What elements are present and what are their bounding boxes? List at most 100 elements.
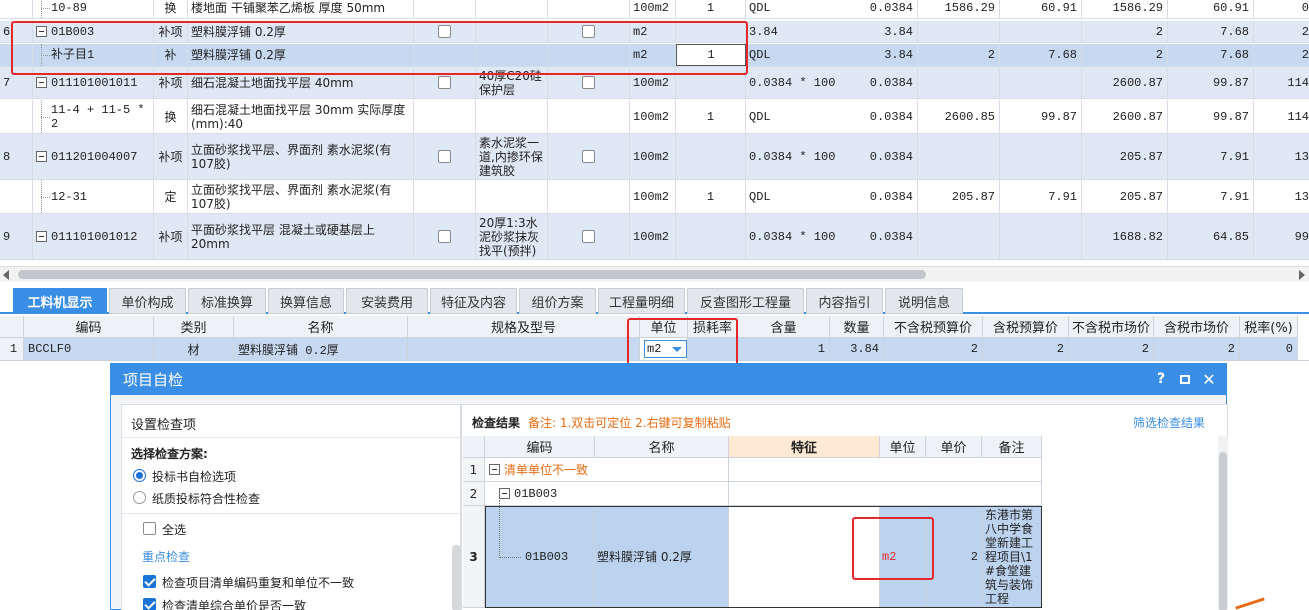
type-cell[interactable]: 材 (154, 338, 234, 360)
result-column-header[interactable]: 单位 (880, 436, 926, 458)
result-column-header[interactable]: 备注 (982, 436, 1042, 458)
spec-cell[interactable] (408, 338, 640, 360)
tab-9[interactable]: 内容指引 (806, 288, 883, 314)
tax-cell[interactable]: 0 (1240, 338, 1298, 360)
p3-cell[interactable]: 1586.29 (1082, 0, 1168, 18)
p1-cell[interactable] (918, 21, 1000, 42)
code-cell[interactable]: 12-31 (33, 180, 154, 213)
amount-cell[interactable]: 0.0384 * 100 0.0384 (746, 134, 918, 179)
scroll-right-arrow-icon[interactable] (1299, 270, 1305, 280)
result-column-header[interactable] (463, 436, 485, 458)
grid-row[interactable]: 补子目1 补塑料膜浮铺 0.2厚 m2 1 QDL 3.84 2 7.68 2 7.68 2 (0, 44, 1309, 67)
unit-cell[interactable]: 100m2 (630, 0, 676, 18)
checkbox-cell[interactable] (414, 21, 476, 42)
checkbox-cell[interactable] (548, 44, 630, 66)
unit-cell[interactable]: 100m2 (630, 134, 676, 179)
result-note[interactable]: 东港市第八中学食堂新建工程项目\1#食堂建筑与装饰工程 (982, 506, 1042, 608)
code-cell[interactable]: BCCLF0 (24, 338, 154, 360)
loss-cell[interactable] (688, 338, 738, 360)
no-cell[interactable]: 6 (0, 21, 33, 42)
select-all-label[interactable]: 全选 (162, 521, 186, 538)
no-cell[interactable] (0, 44, 33, 66)
p2-cell[interactable]: 2 (983, 338, 1069, 360)
column-header[interactable]: 损耗率 (688, 316, 738, 338)
qty-cell[interactable] (676, 134, 746, 179)
grid-row[interactable]: 9 011101001012 补项 平面砂浆找平层 混凝土或硬基层上 20mm 20厚1… (0, 214, 1309, 260)
p1-cell[interactable]: 2600.85 (918, 100, 1000, 133)
code-cell[interactable]: 01B003 (33, 21, 154, 42)
tab-6[interactable]: 组价方案 (519, 288, 596, 314)
tab-5[interactable]: 特征及内容 (430, 288, 517, 314)
no-cell[interactable]: 7 (0, 67, 33, 98)
grid-row[interactable]: 12-31 定立面砂浆找平层、界面剂 素水泥浆(有107胶) 100m2 1 QDL 0.… (0, 180, 1309, 214)
p1-cell[interactable] (918, 67, 1000, 98)
checkbox-cell[interactable] (548, 180, 630, 213)
chevron-down-icon[interactable] (672, 347, 682, 352)
radio-paper-check-label[interactable]: 纸质投标符合性检查 (152, 490, 260, 507)
p1-cell[interactable]: 1586.29 (918, 0, 1000, 18)
p4-cell[interactable]: 7.68 (1168, 21, 1254, 42)
collapse-icon[interactable] (499, 488, 510, 499)
tab-1[interactable]: 单价构成 (109, 288, 186, 314)
name-cell[interactable]: 立面砂浆找平层、界面剂 素水泥浆(有107胶) (188, 134, 414, 179)
row-checkbox[interactable] (582, 230, 595, 243)
radio-bid-self-check[interactable] (133, 469, 146, 482)
select-all-checkbox[interactable] (143, 522, 156, 535)
p5-cell[interactable]: 0 (1254, 0, 1309, 18)
feature-cell[interactable] (476, 0, 548, 18)
p4-cell[interactable]: 7.68 (1168, 44, 1254, 66)
result-unit[interactable]: m2 (880, 506, 926, 608)
amount-cell[interactable]: 0.0384 * 100 0.0384 (746, 214, 918, 259)
amount-cell[interactable]: QDL 0.0384 (746, 180, 918, 213)
p2-cell[interactable]: 7.68 (1000, 44, 1082, 66)
column-header[interactable]: 规格及型号 (408, 316, 640, 338)
result-name[interactable]: 塑料膜浮铺 0.2厚 (595, 506, 729, 608)
column-header[interactable]: 名称 (234, 316, 408, 338)
checkbox-cell[interactable] (414, 214, 476, 259)
type-cell[interactable]: 定 (154, 180, 188, 213)
unit-cell[interactable]: 100m2 (630, 214, 676, 259)
feature-cell[interactable] (476, 44, 548, 66)
checkbox-cell[interactable] (548, 134, 630, 179)
row-checkbox[interactable] (438, 230, 451, 243)
code-cell[interactable]: 补子目1 (33, 44, 154, 66)
p4-cell[interactable]: 99.87 (1168, 67, 1254, 98)
p2-cell[interactable]: 60.91 (1000, 0, 1082, 18)
tab-7[interactable]: 工程量明细 (598, 288, 685, 314)
unit-cell[interactable]: 100m2 (630, 100, 676, 133)
result-column-header[interactable]: 单价 (926, 436, 982, 458)
collapse-icon[interactable] (489, 464, 500, 475)
name-cell[interactable]: 平面砂浆找平层 混凝土或硬基层上 20mm (188, 214, 414, 259)
p3-cell[interactable]: 2600.87 (1082, 100, 1168, 133)
row-checkbox[interactable] (438, 150, 451, 163)
check-unit-price-label[interactable]: 检查清单综合单价是否一致 (162, 597, 306, 610)
qty-cell[interactable]: 3.84 (830, 338, 884, 360)
check-unit-price-checkbox[interactable] (143, 598, 156, 610)
result-column-header[interactable]: 特征 (729, 436, 880, 458)
scroll-thumb[interactable] (18, 270, 926, 279)
feature-cell[interactable]: 40厚C20硅保护层 (476, 67, 548, 98)
amount-cell[interactable]: 3.84 3.84 (746, 21, 918, 42)
p2-cell[interactable] (1000, 134, 1082, 179)
row-checkbox[interactable] (438, 25, 451, 38)
amount-cell[interactable]: 0.0384 * 100 0.0384 (746, 67, 918, 98)
amount-cell[interactable]: QDL 0.0384 (746, 0, 918, 18)
row-checkbox[interactable] (582, 76, 595, 89)
tab-4[interactable]: 安装费用 (346, 288, 428, 314)
name-cell[interactable]: 楼地面 干铺聚苯乙烯板 厚度 50mm (188, 0, 414, 18)
p5-cell[interactable]: 99 (1254, 214, 1309, 259)
checkbox-cell[interactable] (414, 44, 476, 66)
type-cell[interactable]: 换 (154, 100, 188, 133)
name-cell[interactable]: 塑料膜浮铺 0.2厚 (188, 21, 414, 42)
result-feature[interactable] (729, 506, 880, 608)
type-cell[interactable]: 补项 (154, 67, 188, 98)
check-duplicate-code-checkbox[interactable] (143, 575, 156, 588)
column-header[interactable]: 含量 (738, 316, 830, 338)
amount-cell[interactable]: QDL 3.84 (746, 44, 918, 66)
group-row-unit-mismatch[interactable]: 清单单位不一致 (485, 458, 729, 482)
maximize-icon[interactable] (1176, 370, 1194, 388)
unit-dropdown[interactable]: m2 (644, 340, 687, 358)
collapse-icon[interactable] (36, 231, 47, 242)
radio-bid-self-check-label[interactable]: 投标书自检选项 (152, 468, 236, 485)
p3-cell[interactable]: 2 (1082, 44, 1168, 66)
